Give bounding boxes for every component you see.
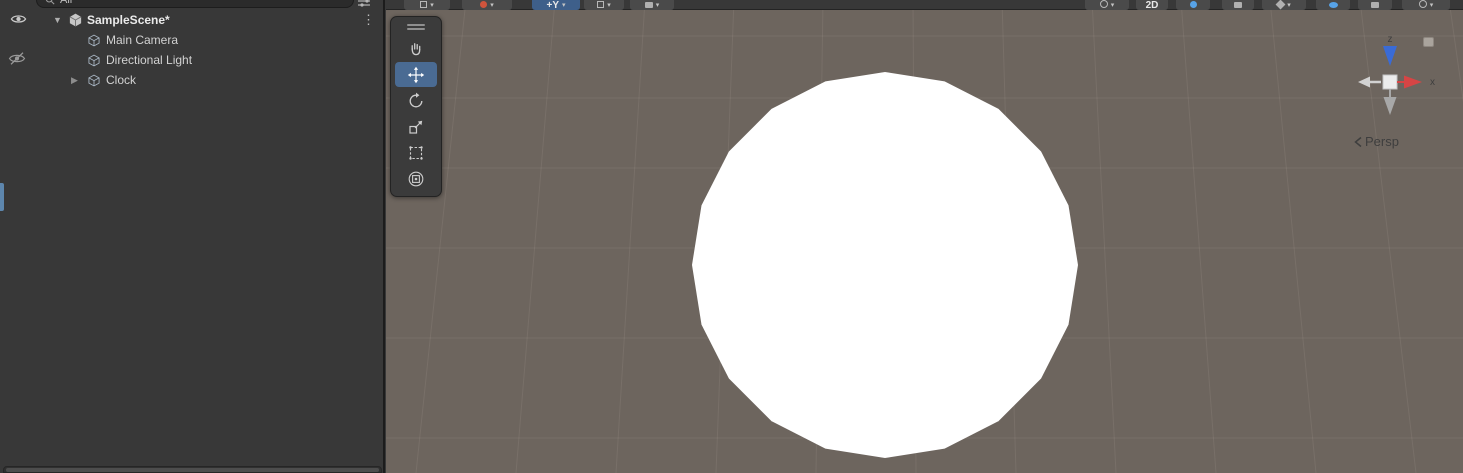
effects-dropdown[interactable]: ▾ (1262, 0, 1306, 10)
cube-icon (87, 70, 101, 90)
audio-toggle[interactable] (1222, 0, 1254, 10)
unity-editor-window: All (0, 0, 1463, 473)
item-label: Directional Light (106, 53, 193, 67)
scene-toolbar: ▾ ▾ +Y ▾ ▾ ▾ ▾ 2D ▾ ▾ (386, 0, 1463, 10)
projection-label: Persp (1365, 134, 1399, 149)
gizmo-center-cube[interactable] (1382, 74, 1398, 90)
hierarchy-row-main-camera[interactable]: Main Camera (0, 30, 383, 50)
projection-toggle[interactable]: Persp (1354, 134, 1399, 149)
orientation-gizmo[interactable]: z x (1330, 24, 1460, 134)
cube-icon (87, 30, 101, 50)
move-tool-button[interactable] (395, 62, 437, 87)
chevron-down-icon: ▾ (562, 2, 566, 9)
grid-snap-dropdown[interactable]: ▾ (584, 0, 624, 10)
chevron-left-icon (1354, 136, 1362, 147)
axis-neg-y-cone[interactable] (1383, 97, 1397, 115)
preset-icon[interactable] (357, 0, 371, 7)
dock-tab-indicator (0, 183, 4, 211)
chevron-down-icon: ▾ (1429, 2, 1434, 9)
chevron-down-icon[interactable]: ▼ (53, 10, 62, 30)
globe-icon (1099, 0, 1108, 8)
overlay-menu-icon[interactable] (1423, 37, 1434, 47)
effects-icon (1275, 0, 1286, 10)
chevron-down-icon: ▾ (607, 2, 611, 9)
camera-select-button[interactable] (1358, 0, 1392, 10)
scrollbar-thumb[interactable] (6, 468, 379, 472)
hierarchy-row-directional-light[interactable]: Directional Light (0, 50, 383, 70)
chevron-down-icon: ▾ (430, 2, 434, 9)
rotate-icon (409, 92, 423, 107)
lighting-toggle[interactable] (1176, 0, 1210, 10)
hierarchy-panel: All (0, 0, 385, 473)
tools-overlay (390, 16, 442, 197)
shading-mode-dropdown[interactable]: ▾ (462, 0, 512, 10)
scale-tool-button[interactable] (395, 114, 437, 139)
search-value: All (60, 0, 72, 6)
hand-tool-button[interactable] (395, 36, 437, 61)
rect-icon (409, 145, 423, 160)
scale-icon (409, 120, 423, 134)
grid-icon (420, 1, 428, 8)
transform-tool-button[interactable] (395, 166, 437, 191)
scene-name-label: SampleScene* (87, 13, 170, 27)
measure-dropdown[interactable]: ▾ (630, 0, 674, 10)
shaded-sphere-icon (480, 1, 488, 8)
axis-z-label: z (1388, 34, 1393, 45)
snap-icon (597, 1, 605, 8)
scene-camera-dropdown[interactable]: ▾ (1402, 0, 1450, 10)
ruler-icon (644, 2, 653, 8)
chevron-down-icon: ▾ (1287, 2, 1291, 9)
move-icon (407, 66, 425, 83)
axis-neg-x-cone[interactable] (1358, 76, 1370, 88)
hierarchy-row-clock[interactable]: ▶ Clock (0, 70, 383, 90)
axis-z-cone[interactable] (1383, 46, 1397, 66)
cube-icon (87, 50, 101, 70)
kebab-menu-icon[interactable]: ⋮ (362, 10, 375, 30)
hierarchy-toolbar: All (0, 0, 383, 10)
mode-2d-toggle[interactable]: 2D (1136, 0, 1168, 10)
hand-icon (411, 42, 421, 55)
camera-settings-icon (1418, 0, 1427, 8)
overlay-drag-handle[interactable] (391, 20, 441, 35)
transform-icon (408, 171, 424, 186)
axis-x-cone[interactable] (1404, 75, 1422, 89)
unity-scene-icon (68, 10, 83, 30)
up-axis-dropdown[interactable]: +Y ▾ (532, 0, 580, 10)
chevron-down-icon: ▾ (655, 2, 660, 9)
eye-icon (1328, 2, 1338, 8)
chevron-down-icon: ▾ (1110, 2, 1115, 9)
speaker-icon (1234, 2, 1242, 8)
hierarchy-search-input[interactable]: All (36, 0, 354, 8)
chevron-right-icon[interactable]: ▶ (71, 70, 78, 90)
gizmos-dropdown[interactable]: ▾ (1085, 0, 1129, 10)
draw-mode-dropdown[interactable]: ▾ (404, 0, 450, 10)
rect-tool-button[interactable] (395, 140, 437, 165)
up-axis-label: +Y (546, 0, 559, 11)
mode-2d-label: 2D (1145, 0, 1159, 11)
camera-icon (1371, 2, 1379, 8)
search-icon (46, 0, 55, 5)
item-label: Clock (106, 73, 137, 87)
hierarchy-row-scene[interactable]: ▼ SampleScene* ⋮ (0, 10, 383, 30)
chevron-down-icon: ▾ (490, 2, 494, 9)
scene-viewport[interactable]: ▾ ▾ +Y ▾ ▾ ▾ ▾ 2D ▾ ▾ z x Persp (386, 0, 1463, 473)
axis-x-label: x (1430, 77, 1435, 88)
lightbulb-icon (1189, 1, 1197, 8)
rotate-tool-button[interactable] (395, 88, 437, 113)
sphere-object[interactable] (386, 0, 1463, 473)
scene-visibility-toggle[interactable] (1316, 0, 1350, 10)
horizontal-scrollbar[interactable] (3, 466, 382, 473)
item-label: Main Camera (106, 33, 179, 47)
